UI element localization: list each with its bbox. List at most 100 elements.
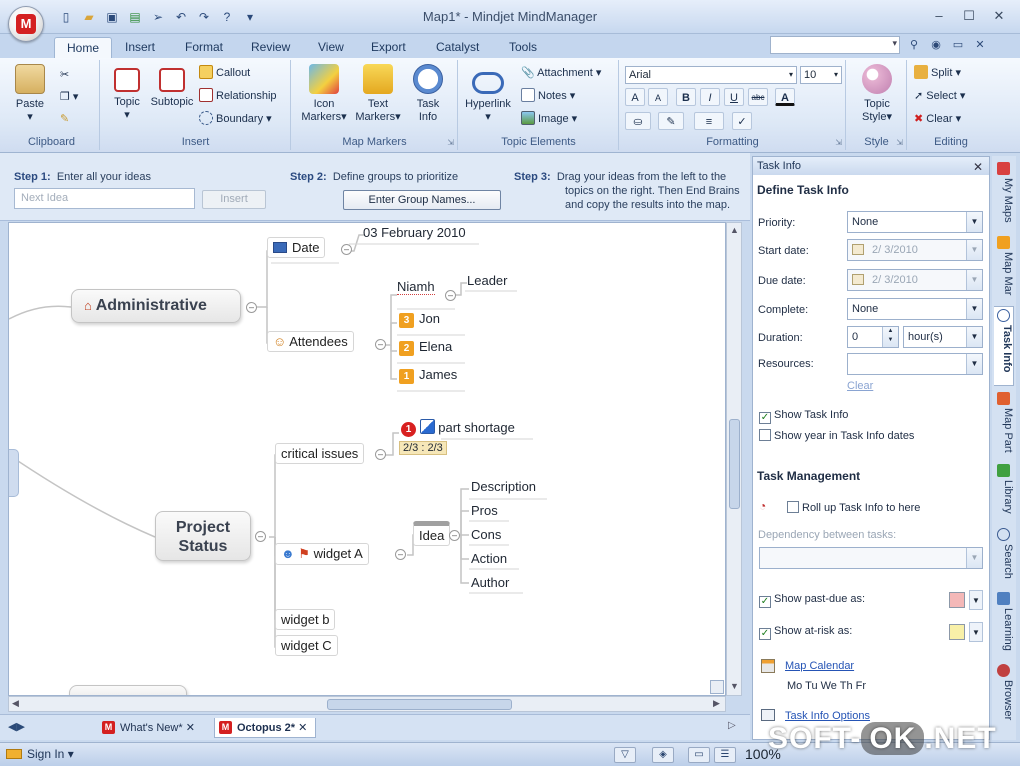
side-tab-library[interactable]: Library — [994, 462, 1014, 522]
vertical-scrollbar[interactable]: ▲ ▼ — [726, 222, 742, 696]
icon-markers-button[interactable]: Icon Markers▾ — [298, 64, 350, 124]
topic-part-shortage[interactable]: 1 part shortage — [401, 419, 515, 437]
zoom-fit-icon[interactable] — [710, 680, 724, 694]
fill-color-button[interactable]: ⛀ — [625, 112, 651, 130]
bold-button[interactable]: B — [676, 88, 696, 106]
due-date-picker[interactable]: 2/ 3/2010 ▼ — [847, 269, 983, 291]
map-canvas[interactable]: ⌂ Administrative – Date – 03 February 20… — [8, 222, 726, 696]
side-tab-map-parts[interactable]: Map Part — [994, 390, 1014, 460]
topic-project-status[interactable]: Project Status — [155, 511, 251, 561]
resources-select[interactable]: ▼ — [847, 353, 983, 375]
topic-style-button[interactable]: Topic Style▾ — [853, 64, 901, 124]
topic-pros[interactable]: Pros — [471, 503, 498, 518]
font-name-select[interactable]: Arial ▾ — [625, 66, 797, 84]
side-tab-learning[interactable]: Learning — [994, 590, 1014, 658]
side-tab-task-info[interactable]: Task Info — [994, 306, 1014, 386]
collapse-widget-a-icon[interactable]: – — [395, 549, 406, 560]
collapse-date-icon[interactable]: – — [341, 244, 352, 255]
scroll-up-icon[interactable]: ▲ — [730, 225, 739, 235]
side-tab-browser[interactable]: Browser — [994, 662, 1014, 734]
past-due-color-dropdown[interactable]: ▼ — [969, 590, 983, 610]
callout-button[interactable]: Callout — [199, 64, 250, 82]
vertical-scroll-thumb[interactable] — [729, 419, 740, 509]
clear-button[interactable]: ✖ Clear ▾ — [914, 110, 961, 128]
tab-catalyst[interactable]: Catalyst — [424, 37, 491, 59]
side-tab-search[interactable]: Search — [994, 526, 1014, 586]
view-outline-icon[interactable]: ☰ — [714, 747, 736, 763]
side-tab-map-markers[interactable]: Map Mar — [994, 234, 1014, 304]
horizontal-scrollbar[interactable]: ◀ ▶ — [8, 696, 726, 712]
topic-description[interactable]: Description — [471, 479, 536, 494]
collapse-idea-icon[interactable]: – — [449, 530, 460, 541]
start-date-picker[interactable]: 2/ 3/2010 ▼ — [847, 239, 983, 261]
collapse-attendees-icon[interactable]: – — [375, 339, 386, 350]
text-markers-button[interactable]: Text Markers▾ — [352, 64, 404, 124]
left-panel-handle[interactable] — [9, 449, 19, 497]
help-circle-icon[interactable]: ◉ — [927, 36, 945, 54]
show-at-risk-checkbox[interactable]: ✓ Show at-risk as: — [759, 625, 852, 640]
tab-tools[interactable]: Tools — [497, 37, 549, 59]
strikethrough-button[interactable]: abc — [748, 88, 768, 106]
collapse-critical-issues-icon[interactable]: – — [375, 449, 386, 460]
filter-icon[interactable]: ▽ — [614, 747, 636, 763]
help-search-box[interactable]: ▾ — [770, 36, 900, 54]
tab-export[interactable]: Export — [359, 37, 418, 59]
mindmanager-logo-button[interactable]: M — [8, 6, 44, 42]
rollup-checkbox[interactable]: Roll up Task Info to here — [787, 501, 920, 514]
maximize-button[interactable]: ☐ — [954, 6, 984, 26]
topic-attendees[interactable]: ☺ Attendees — [267, 331, 354, 352]
spinner-icon[interactable]: ▲ ▼ — [882, 327, 898, 347]
tab-home[interactable]: Home — [54, 37, 113, 59]
image-button[interactable]: Image ▾ — [521, 110, 577, 128]
boundary-button[interactable]: Boundary ▾ — [199, 110, 272, 128]
topic-date-value[interactable]: 03 February 2010 — [363, 225, 466, 240]
paste-button[interactable]: Paste ▾ — [10, 64, 50, 124]
topic-administrative[interactable]: ⌂ Administrative — [71, 289, 241, 323]
show-year-checkbox[interactable]: Show year in Task Info dates — [759, 429, 914, 442]
dialog-launcher-icon[interactable]: ⇲ — [835, 138, 842, 147]
collapse-administrative-icon[interactable]: – — [246, 302, 257, 313]
underline-button[interactable]: U — [724, 88, 744, 106]
line-color-button[interactable]: ✎ — [658, 112, 684, 130]
dialog-launcher-icon[interactable]: ⇲ — [896, 138, 903, 147]
dialog-launcher-icon[interactable]: ⇲ — [447, 138, 454, 147]
topic-widget-b[interactable]: widget b — [275, 609, 336, 630]
tab-view[interactable]: View — [306, 37, 356, 59]
restore-ribbon-icon[interactable]: ▭ — [949, 36, 967, 54]
tab-octopus[interactable]: M Octopus 2* ✕ — [214, 718, 317, 738]
sign-in-button[interactable]: Sign In ▾ — [6, 747, 74, 761]
shrink-font-button[interactable]: A — [648, 88, 668, 106]
collapse-project-status-icon[interactable]: – — [255, 531, 266, 542]
nav-back-icon[interactable]: ◀▶ — [8, 720, 25, 733]
topic-leader[interactable]: Leader — [467, 273, 507, 288]
subtopic-button[interactable]: Subtopic — [149, 64, 195, 109]
split-button[interactable]: Split ▾ — [914, 64, 961, 82]
close-pane-icon[interactable]: ✕ — [973, 158, 983, 176]
format-style-button[interactable]: ✓ — [732, 112, 752, 130]
topic-james[interactable]: 1 James — [399, 367, 457, 384]
attachment-button[interactable]: 📎 Attachment ▾ — [521, 64, 601, 82]
at-risk-color-swatch[interactable] — [949, 624, 965, 640]
scroll-left-icon[interactable]: ◀ — [12, 698, 19, 709]
horizontal-scroll-thumb[interactable] — [327, 699, 512, 710]
tab-format[interactable]: Format — [173, 37, 235, 59]
topic-author[interactable]: Author — [471, 575, 509, 590]
insert-idea-button[interactable]: Insert — [202, 190, 266, 209]
tab-scroll-icon[interactable]: ▷ — [728, 720, 736, 731]
past-due-color-swatch[interactable] — [949, 592, 965, 608]
topic-jon[interactable]: 3 Jon — [399, 311, 440, 328]
topic-cons[interactable]: Cons — [471, 527, 501, 542]
grow-font-button[interactable]: A — [625, 88, 645, 106]
topic-button[interactable]: Topic ▾ — [109, 64, 145, 122]
italic-button[interactable]: I — [700, 88, 720, 106]
duration-stepper[interactable]: 0 ▲ ▼ — [847, 326, 899, 348]
font-color-button[interactable]: A — [775, 88, 795, 106]
select-button[interactable]: ➚ Select ▾ — [914, 87, 965, 105]
font-size-select[interactable]: 10 ▾ — [800, 66, 842, 84]
topic-widget-a[interactable]: ☻ ⚑ widget A — [275, 543, 369, 565]
topic-niamh[interactable]: Niamh — [397, 279, 435, 295]
notes-button[interactable]: Notes ▾ — [521, 87, 575, 105]
close-tab-icon[interactable]: ✕ — [186, 722, 195, 734]
tab-whats-new[interactable]: M What's New* ✕ — [98, 718, 203, 738]
scroll-right-icon[interactable]: ▶ — [713, 698, 720, 709]
